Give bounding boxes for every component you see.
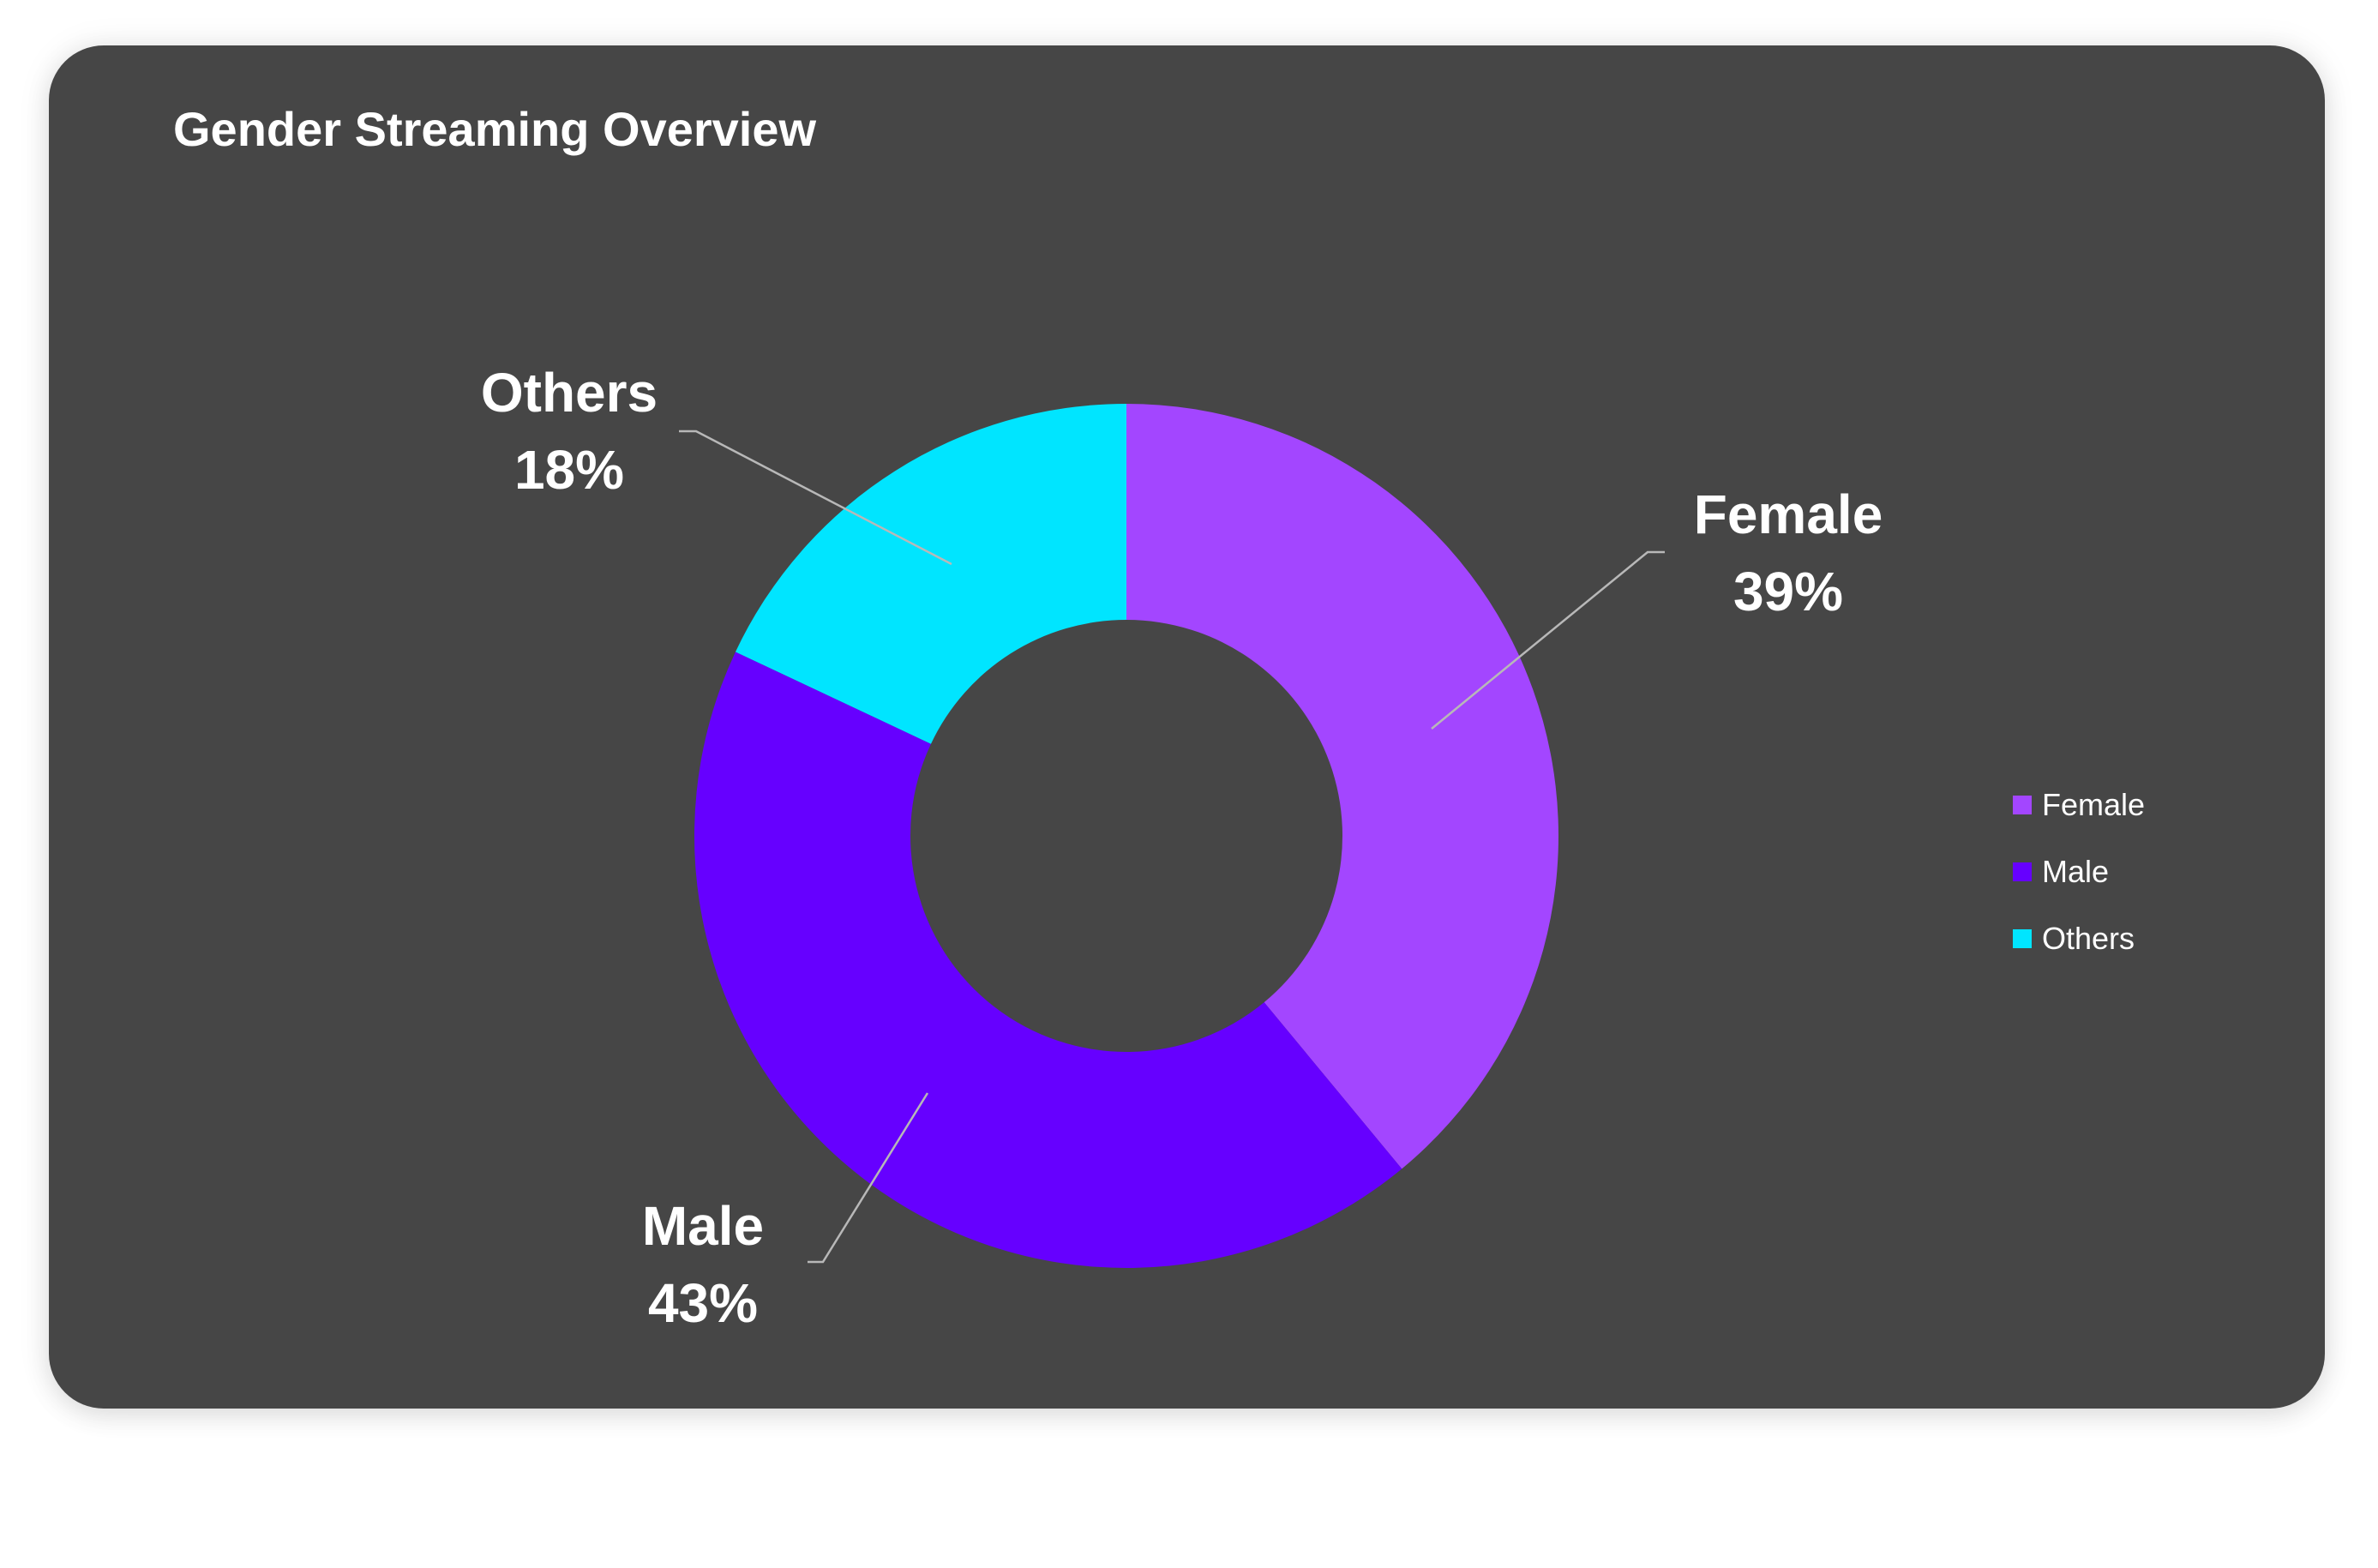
legend-swatch-others bbox=[2013, 929, 2032, 948]
data-label-male-value: 43% bbox=[648, 1272, 758, 1334]
data-label-female-category: Female bbox=[1694, 484, 1883, 545]
legend-swatch-female bbox=[2013, 796, 2032, 814]
legend-swatch-male bbox=[2013, 862, 2032, 881]
data-label-others-category: Others bbox=[481, 362, 658, 424]
legend-item-male: Male bbox=[2013, 838, 2145, 905]
legend-item-others: Others bbox=[2013, 905, 2145, 972]
data-label-others-value: 18% bbox=[514, 439, 624, 501]
legend-item-female: Female bbox=[2013, 772, 2145, 838]
chart-legend: Female Male Others bbox=[2013, 772, 2145, 972]
legend-label-others: Others bbox=[2042, 921, 2135, 956]
data-label-male-category: Male bbox=[642, 1195, 764, 1257]
legend-label-male: Male bbox=[2042, 854, 2110, 889]
data-label-female-value: 39% bbox=[1733, 561, 1843, 622]
legend-label-female: Female bbox=[2042, 787, 2146, 822]
slice-male bbox=[694, 652, 1402, 1269]
